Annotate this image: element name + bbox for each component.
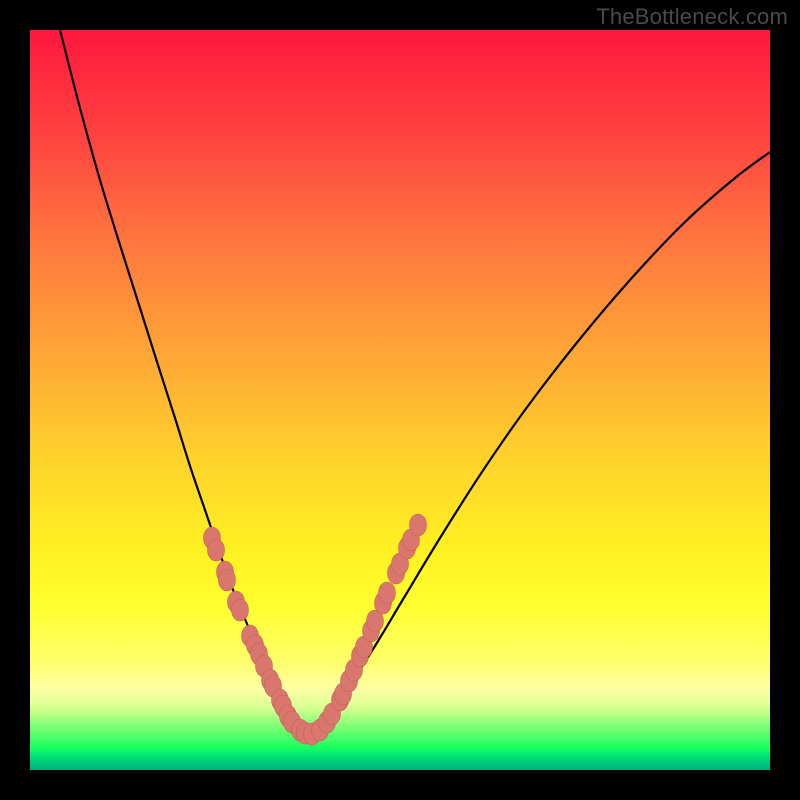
- marker-group: [204, 514, 427, 745]
- bottleneck-curve: [30, 30, 770, 770]
- chart-frame: TheBottleneck.com: [0, 0, 800, 800]
- plot-area: [30, 30, 770, 770]
- data-marker: [379, 582, 396, 604]
- data-marker: [208, 539, 225, 561]
- data-marker: [410, 514, 427, 536]
- data-marker: [232, 599, 249, 621]
- data-marker: [219, 569, 236, 591]
- watermark-text: TheBottleneck.com: [596, 4, 788, 30]
- curve-line: [60, 30, 770, 730]
